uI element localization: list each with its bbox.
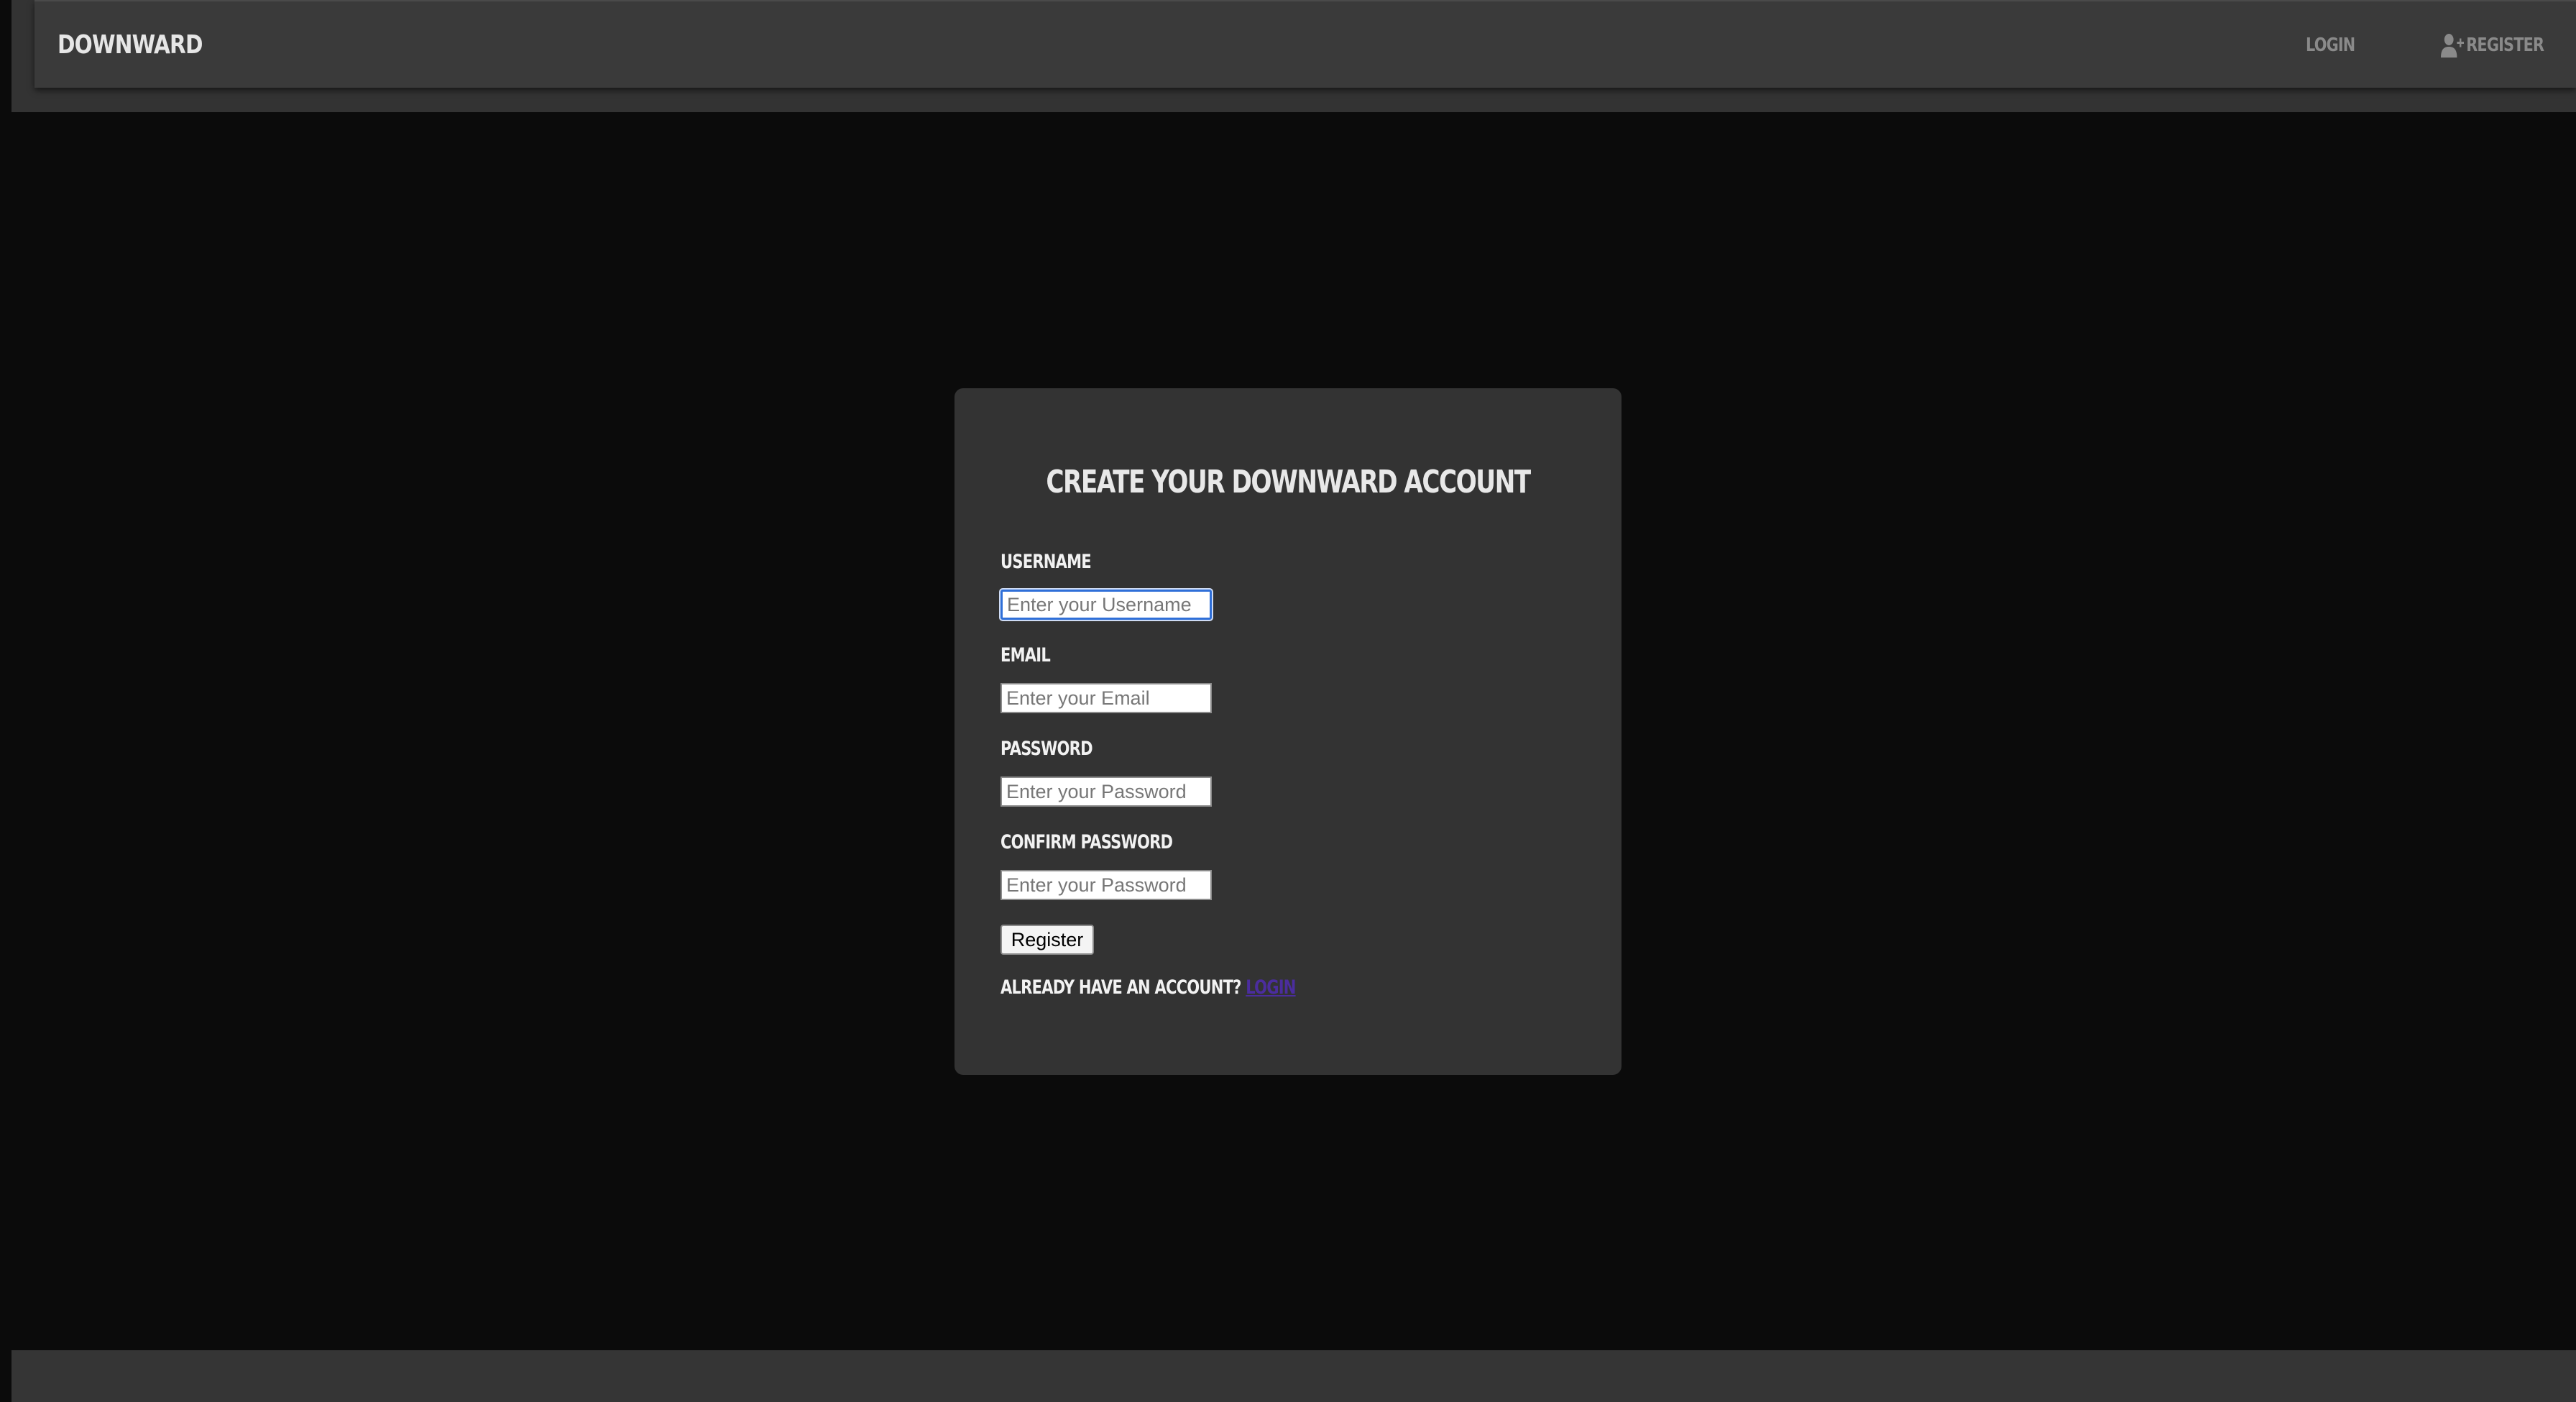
nav-register-link[interactable]: REGISTER [2441, 1, 2544, 89]
password-input[interactable] [1000, 776, 1212, 807]
brand-logo[interactable]: DOWNWARD [58, 1, 203, 89]
email-label: EMAIL [1000, 644, 1051, 666]
login-link[interactable]: LOGIN [1246, 976, 1296, 999]
login-prompt-text: ALREADY HAVE AN ACCOUNT? [1000, 976, 1241, 999]
user-plus-icon [2441, 34, 2464, 58]
nav-register-label: REGISTER [2466, 35, 2544, 56]
confirm-password-input[interactable] [1000, 870, 1212, 900]
page: DOWNWARD LOGIN REGISTER CREATE YOUR DOWN… [0, 0, 2576, 1402]
form-title: CREATE YOUR DOWNWARD ACCOUNT [1046, 464, 1531, 500]
register-card: CREATE YOUR DOWNWARD ACCOUNT USERNAME EM… [954, 388, 1622, 1075]
username-input[interactable] [1000, 590, 1212, 620]
footer [12, 1350, 2576, 1402]
login-prompt: ALREADY HAVE AN ACCOUNT? LOGIN [1000, 976, 1296, 999]
register-button[interactable]: Register [1000, 925, 1094, 955]
email-input[interactable] [1000, 683, 1212, 713]
username-label: USERNAME [1000, 551, 1092, 573]
confirm-password-label: CONFIRM PASSWORD [1000, 831, 1173, 853]
navbar: DOWNWARD LOGIN REGISTER [34, 0, 2576, 88]
password-label: PASSWORD [1000, 738, 1093, 760]
nav-login-link[interactable]: LOGIN [2306, 1, 2355, 89]
